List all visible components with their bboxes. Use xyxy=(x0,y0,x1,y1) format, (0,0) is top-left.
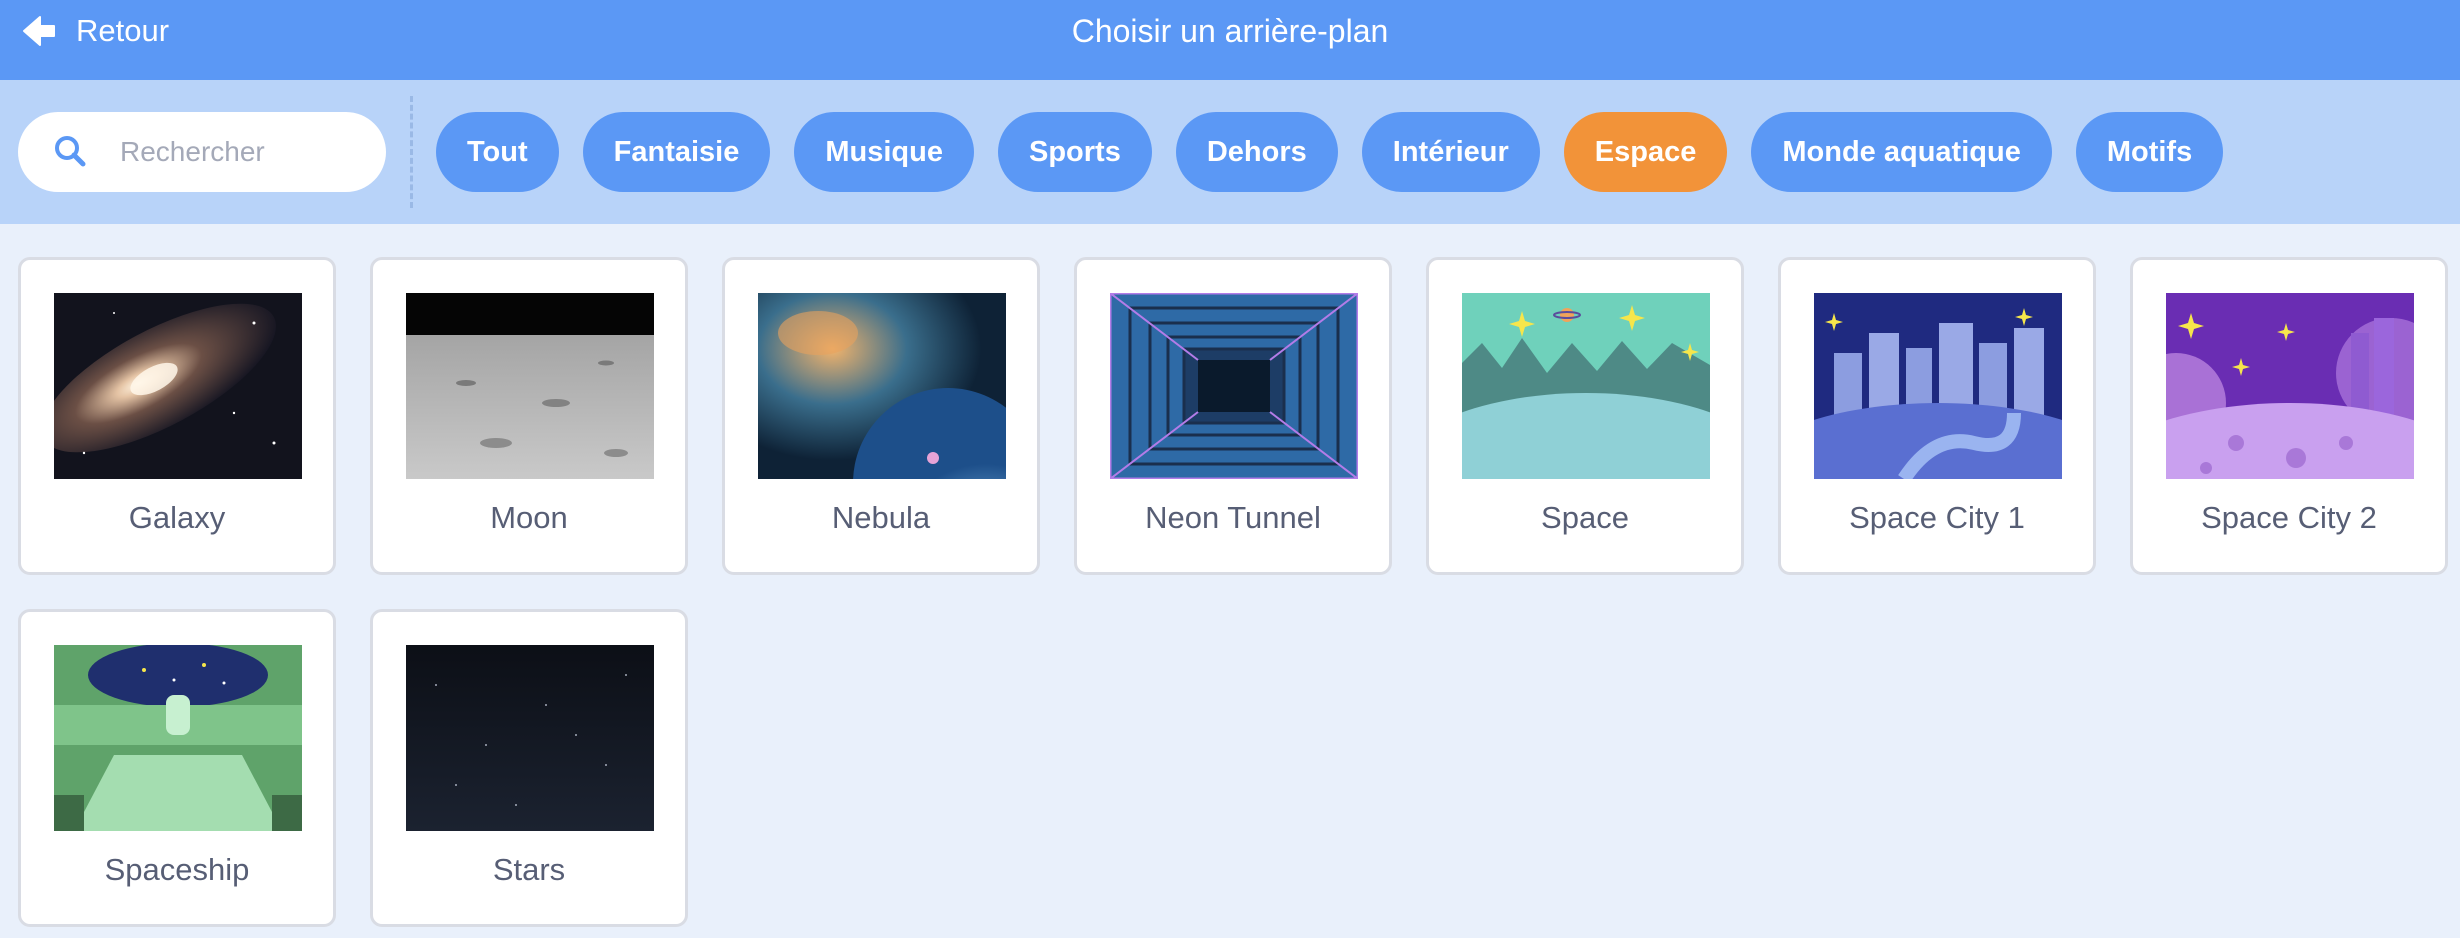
backdrop-name: Nebula xyxy=(831,500,931,535)
tag-list: Tout Fantaisie Musique Sports Dehors Int… xyxy=(436,112,2224,192)
space-city-1-thumbnail xyxy=(1814,293,2062,479)
galaxy-thumbnail xyxy=(54,293,302,479)
tag-interieur[interactable]: Intérieur xyxy=(1361,112,1540,192)
tag-tout[interactable]: Tout xyxy=(436,112,559,192)
filter-bar: Tout Fantaisie Musique Sports Dehors Int… xyxy=(0,80,2460,224)
backdrop-name: Galaxy xyxy=(128,500,226,535)
tag-musique[interactable]: Musique xyxy=(794,112,974,192)
moon-thumbnail xyxy=(406,293,654,479)
neon-tunnel-thumbnail xyxy=(1110,293,1358,479)
spaceship-thumbnail xyxy=(54,645,302,831)
stars-thumbnail xyxy=(406,645,654,831)
backdrop-card-space-city-1[interactable]: Space City 1 xyxy=(1778,257,2096,575)
backdrop-grid: Galaxy Moon Nebula Neon Tunnel Space Spa… xyxy=(0,224,2460,938)
backdrop-card-space-city-2[interactable]: Space City 2 xyxy=(2130,257,2448,575)
backdrop-card-space[interactable]: Space xyxy=(1426,257,1744,575)
backdrop-card-neon-tunnel[interactable]: Neon Tunnel xyxy=(1074,257,1392,575)
nebula-thumbnail xyxy=(758,293,1006,479)
tag-espace[interactable]: Espace xyxy=(1563,112,1728,192)
search-icon xyxy=(55,136,86,167)
search-box[interactable] xyxy=(18,112,386,192)
search-input[interactable] xyxy=(118,122,368,182)
backdrop-name: Neon Tunnel xyxy=(1145,500,1321,535)
tag-sports[interactable]: Sports xyxy=(998,112,1152,192)
backdrop-name: Space xyxy=(1541,500,1629,535)
backdrop-name: Space City 1 xyxy=(1849,500,2025,535)
backdrop-card-galaxy[interactable]: Galaxy xyxy=(18,257,336,575)
page-title: Choisir un arrière-plan xyxy=(1071,12,1389,49)
tag-motifs[interactable]: Motifs xyxy=(2075,112,2224,192)
header-bar: Retour Choisir un arrière-plan xyxy=(0,0,2460,80)
tag-dehors[interactable]: Dehors xyxy=(1175,112,1338,192)
backdrop-name: Spaceship xyxy=(104,852,250,887)
backdrop-card-spaceship[interactable]: Spaceship xyxy=(18,609,336,927)
space-thumbnail xyxy=(1462,293,1710,479)
space-city-2-thumbnail xyxy=(2166,293,2414,479)
backdrop-card-moon[interactable]: Moon xyxy=(370,257,688,575)
backdrop-name: Stars xyxy=(492,852,566,887)
backdrop-name: Moon xyxy=(490,500,568,535)
backdrop-card-nebula[interactable]: Nebula xyxy=(722,257,1040,575)
backdrop-name: Space City 2 xyxy=(2201,500,2377,535)
tag-fantaisie[interactable]: Fantaisie xyxy=(582,112,771,192)
backdrop-card-stars[interactable]: Stars xyxy=(370,609,688,927)
filter-divider xyxy=(410,96,413,208)
tag-monde-aquatique[interactable]: Monde aquatique xyxy=(1751,112,2052,192)
